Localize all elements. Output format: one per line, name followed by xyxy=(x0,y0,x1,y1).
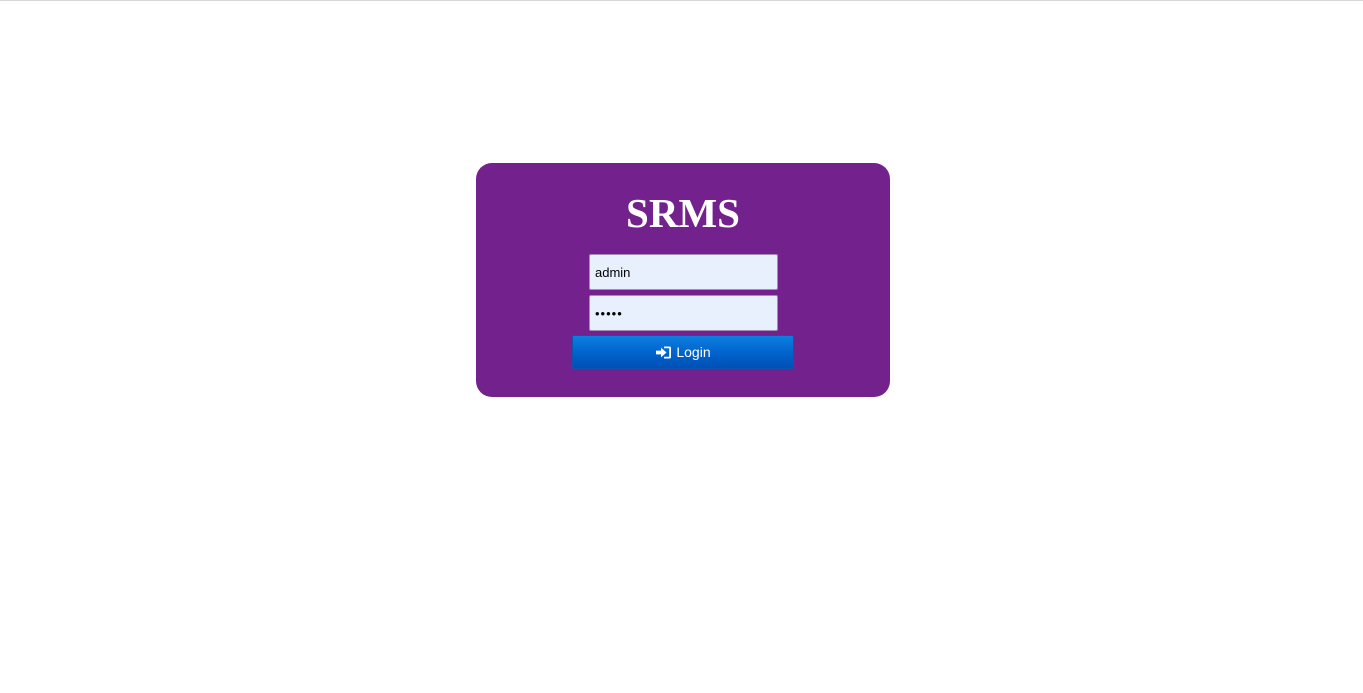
login-button[interactable]: Login xyxy=(572,335,794,369)
sign-in-icon xyxy=(655,345,672,360)
password-input[interactable] xyxy=(589,295,778,331)
username-input[interactable] xyxy=(589,254,778,290)
login-button-label: Login xyxy=(676,344,711,360)
app-title: SRMS xyxy=(626,190,740,236)
top-border xyxy=(0,0,1363,1)
login-card: SRMS Login xyxy=(476,163,890,397)
